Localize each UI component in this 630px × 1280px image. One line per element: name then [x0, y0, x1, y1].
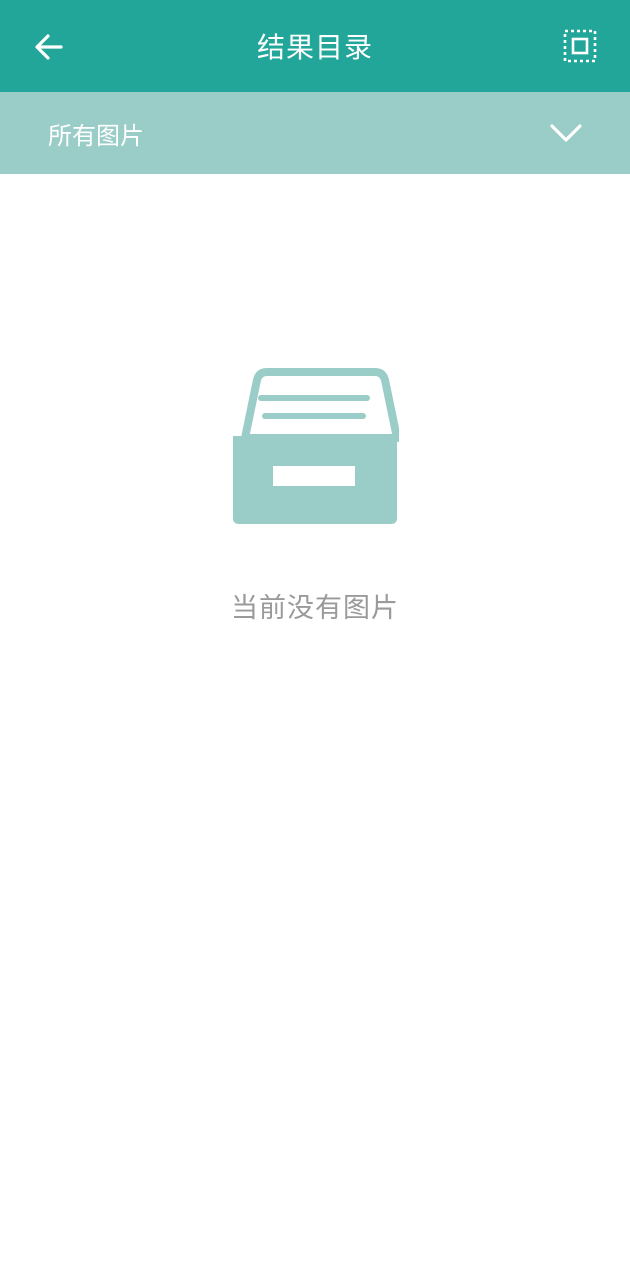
album-filter-dropdown[interactable]: 所有图片 [0, 92, 630, 174]
empty-state: 当前没有图片 [0, 368, 630, 625]
select-mode-button[interactable] [560, 26, 600, 66]
arrow-left-icon [35, 34, 63, 60]
archive-box-icon [233, 368, 399, 524]
top-app-bar: 结果目录 [0, 0, 630, 92]
chevron-down-icon [548, 118, 584, 148]
back-button[interactable] [28, 26, 70, 68]
filter-selected-label: 所有图片 [48, 121, 144, 150]
page-title: 结果目录 [256, 31, 373, 64]
empty-state-message: 当前没有图片 [231, 593, 399, 624]
select-frame-icon [563, 29, 597, 63]
result-directory-screen: 结果目录 所有图片 当前没有图片 [0, 0, 630, 1280]
